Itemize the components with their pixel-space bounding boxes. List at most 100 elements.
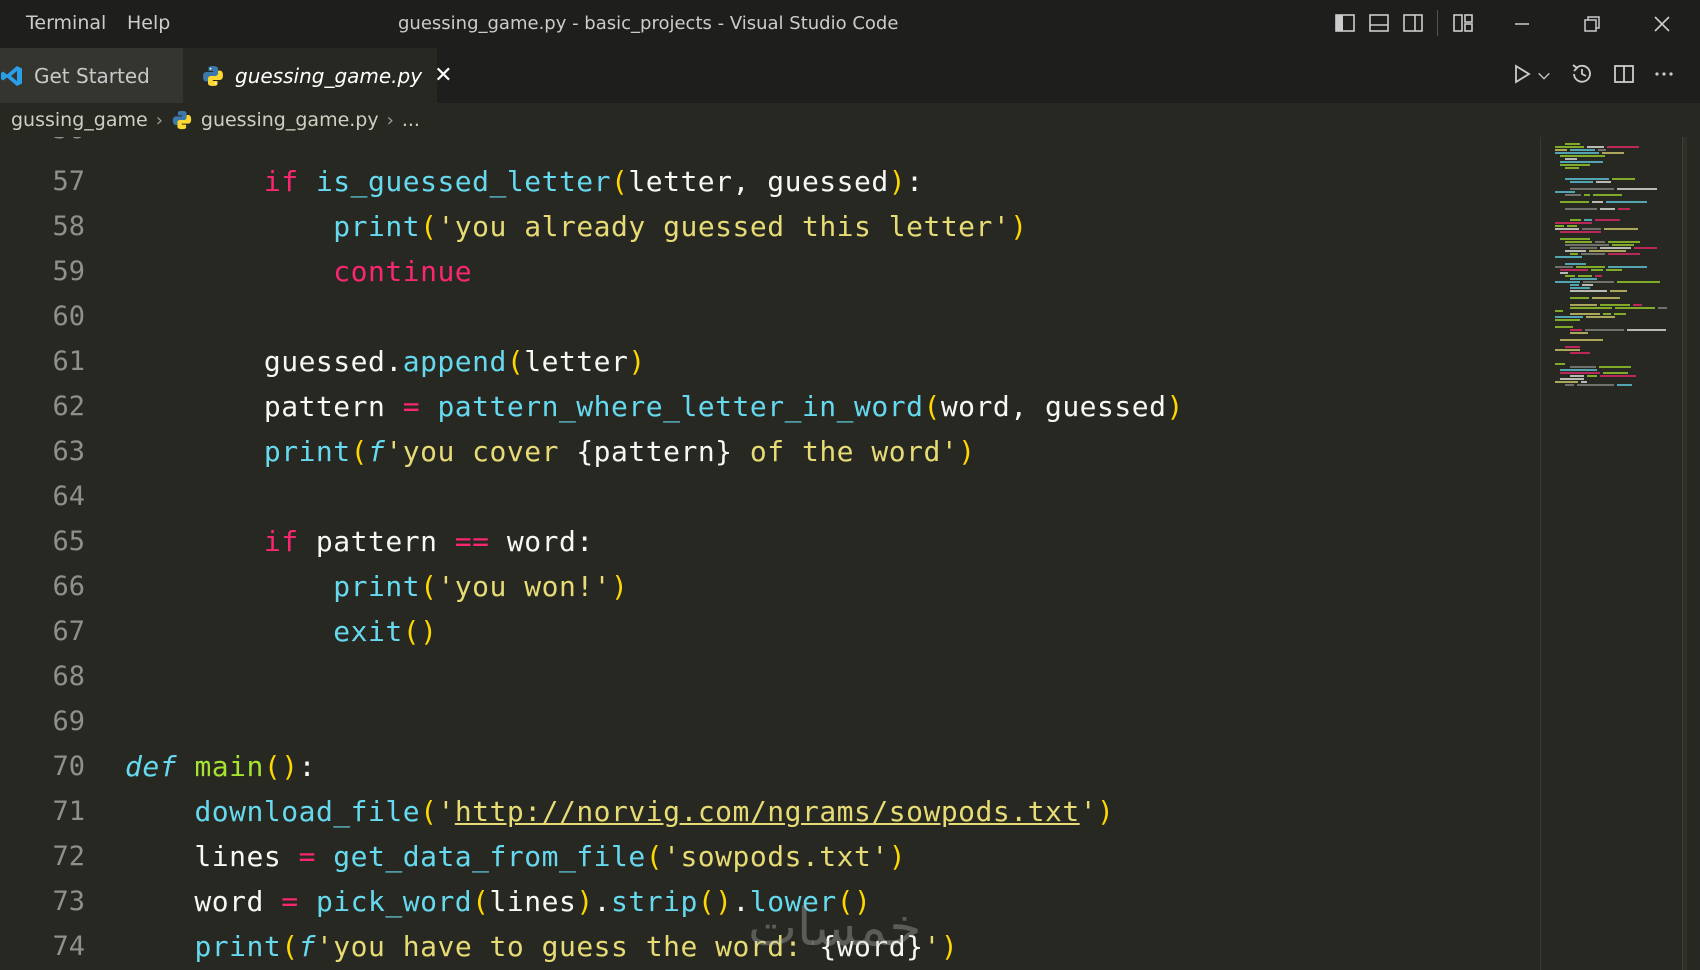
tab-get-started[interactable]: Get Started xyxy=(0,48,184,103)
minimap-line xyxy=(1593,194,1622,196)
minimap-line xyxy=(1560,339,1603,341)
breadcrumb-folder[interactable]: gussing_game xyxy=(11,109,148,131)
minimap-line xyxy=(1584,219,1592,221)
customize-layout-icon[interactable] xyxy=(1452,12,1474,34)
minimap-line xyxy=(1555,152,1599,154)
minimap-line xyxy=(1627,329,1666,331)
minimize-button[interactable] xyxy=(1492,0,1552,48)
toggle-panel-icon[interactable] xyxy=(1368,12,1390,34)
code-line: 62 pattern = pattern_where_letter_in_wor… xyxy=(0,384,1540,429)
minimap-line xyxy=(1560,269,1588,271)
minimap-line xyxy=(1555,319,1580,321)
minimap-line xyxy=(1565,241,1592,243)
split-editor-icon[interactable] xyxy=(1612,62,1636,88)
minimap-line xyxy=(1570,290,1607,292)
minimap-line xyxy=(1560,378,1584,380)
minimap-line xyxy=(1587,375,1597,377)
minimap-line xyxy=(1598,149,1606,151)
minimap-line xyxy=(1565,143,1580,145)
minimap-line xyxy=(1612,244,1634,246)
code-text: if pattern == word: xyxy=(263,525,594,558)
code-text: continue xyxy=(333,255,473,288)
minimap-line xyxy=(1570,278,1597,280)
minimap-line xyxy=(1555,381,1578,383)
minimap-line xyxy=(1600,375,1636,377)
line-number: 67 xyxy=(52,616,85,647)
minimap-line xyxy=(1617,188,1657,190)
minimap-line xyxy=(1602,152,1624,154)
minimap-line xyxy=(1555,222,1592,224)
minimap-line xyxy=(1560,161,1603,163)
close-tab-icon[interactable]: ✕ xyxy=(434,63,452,88)
minimap-line xyxy=(1606,269,1622,271)
minimap-line xyxy=(1592,201,1603,203)
minimap-line xyxy=(1565,244,1609,246)
code-line: 56 xyxy=(0,137,1540,152)
minimap-line xyxy=(1555,256,1582,258)
vscode-logo-icon xyxy=(1,65,22,86)
toggle-secondary-sidebar-icon[interactable] xyxy=(1402,12,1424,34)
close-window-button[interactable] xyxy=(1632,0,1692,48)
minimap-line xyxy=(1555,225,1564,227)
tab-label: guessing_game.py xyxy=(235,63,423,88)
chevron-right-icon: › xyxy=(155,109,163,131)
minimap-line xyxy=(1582,228,1601,230)
minimap-line xyxy=(1570,329,1582,331)
minimap-line xyxy=(1565,178,1609,180)
line-number: 70 xyxy=(52,751,85,782)
code-line: 61 guessed.append(letter) xyxy=(0,339,1540,384)
restore-button[interactable] xyxy=(1562,0,1622,48)
line-number: 60 xyxy=(52,301,85,332)
minimap-line xyxy=(1570,181,1593,183)
minimap-line xyxy=(1658,307,1667,309)
line-number: 65 xyxy=(52,526,85,557)
run-python-file-icon[interactable] xyxy=(1510,62,1534,88)
chevron-down-icon[interactable] xyxy=(1536,68,1552,82)
minimap-line xyxy=(1581,381,1587,383)
tab-guessing-game[interactable]: guessing_game.py ✕ xyxy=(183,48,453,103)
minimap-line xyxy=(1555,310,1563,312)
minimap-line xyxy=(1595,275,1602,277)
minimap-line xyxy=(1615,307,1655,309)
minimap[interactable] xyxy=(1540,137,1700,970)
code-line: 65 if pattern == word: xyxy=(0,519,1540,564)
breadcrumb-symbol[interactable]: ... xyxy=(402,109,420,131)
code-text: exit() xyxy=(333,615,438,648)
menu-help[interactable]: Help xyxy=(127,12,170,34)
timeline-history-icon[interactable] xyxy=(1570,62,1594,88)
minimap-line xyxy=(1610,290,1627,292)
tab-bar: Get Started guessing_game.py ✕ xyxy=(0,48,1700,103)
toggle-primary-sidebar-icon[interactable] xyxy=(1334,12,1356,34)
line-number: 66 xyxy=(52,571,85,602)
minimap-line xyxy=(1612,178,1635,180)
minimap-line xyxy=(1560,201,1589,203)
line-number: 57 xyxy=(52,166,85,197)
minimap-line xyxy=(1565,167,1579,169)
python-icon xyxy=(203,65,223,86)
minimap-line xyxy=(1570,219,1581,221)
line-number: 64 xyxy=(52,481,85,512)
minimap-slider[interactable] xyxy=(1682,137,1687,970)
minimap-line xyxy=(1604,228,1638,230)
code-line: 72 lines = get_data_from_file('sowpods.t… xyxy=(0,834,1540,879)
minimap-line xyxy=(1560,238,1590,240)
minimap-line xyxy=(1617,384,1632,386)
menu-terminal[interactable]: Terminal xyxy=(26,12,106,34)
minimap-line xyxy=(1570,247,1597,249)
minimap-line xyxy=(1634,247,1657,249)
code-line: 66 print('you won!') xyxy=(0,564,1540,609)
minimap-line xyxy=(1567,225,1577,227)
code-line: 70 def main(): xyxy=(0,744,1540,789)
code-line: 57 if is_guessed_letter(letter, guessed)… xyxy=(0,159,1540,204)
line-number: 56 xyxy=(5,137,85,152)
line-number: 71 xyxy=(52,796,85,827)
minimap-line xyxy=(1608,253,1640,255)
minimap-line xyxy=(1582,284,1593,286)
window-title: guessing_game.py - basic_projects - Visu… xyxy=(398,13,899,34)
breadcrumb-file[interactable]: guessing_game.py xyxy=(201,109,379,131)
minimap-line xyxy=(1600,304,1630,306)
more-actions-icon[interactable] xyxy=(1652,62,1676,88)
code-editor[interactable]: 56 57 if is_guessed_letter(letter, guess… xyxy=(0,137,1540,970)
minimap-line xyxy=(1608,266,1647,268)
minimap-line xyxy=(1570,313,1600,315)
